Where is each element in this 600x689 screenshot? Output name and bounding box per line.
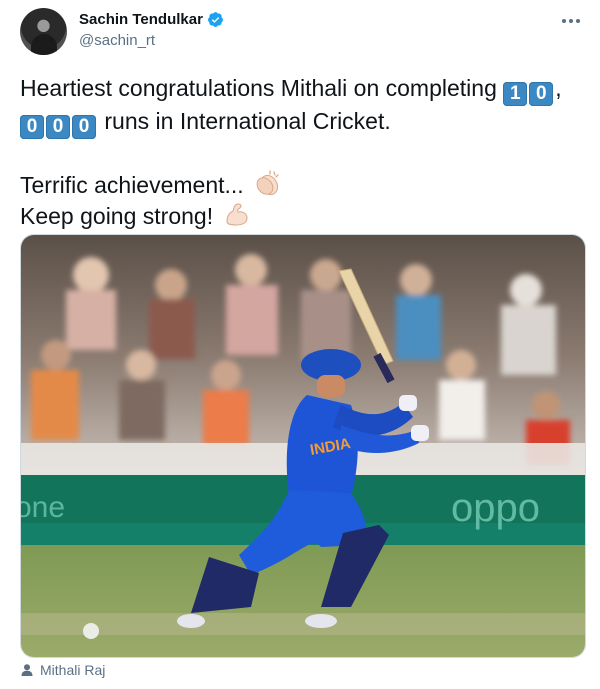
more-options-icon[interactable] (560, 11, 582, 31)
board-left-text: one (21, 491, 65, 524)
tweet-text: Heartiest congratulations Mithali on com… (20, 73, 590, 231)
tweet-line-4: Keep going strong! (20, 200, 590, 231)
tagged-person-name[interactable]: Mithali Raj (40, 662, 105, 678)
keycap-digit: 0 (20, 115, 44, 139)
cricket-photo: one oppo INDIA (21, 235, 585, 657)
keycap-digit: 1 (503, 82, 528, 106)
flexed-biceps-icon (226, 203, 248, 226)
author-display-name[interactable]: Sachin Tendulkar (79, 11, 203, 28)
clapping-hands-icon (256, 170, 279, 196)
tweet-line-1-text: Heartiest congratulations Mithali on com… (20, 75, 504, 101)
keycap-digit: 0 (529, 82, 554, 106)
person-icon (21, 664, 33, 676)
tweet-line-1: Heartiest congratulations Mithali on com… (20, 73, 590, 106)
author-handle[interactable]: @sachin_rt (79, 32, 155, 49)
board-brand-text: oppo (451, 486, 540, 530)
tweet-line-3: Terrific achievement... (20, 169, 590, 200)
photo-tag[interactable]: Mithali Raj (20, 662, 105, 678)
keycap-digit: 0 (72, 115, 96, 139)
tweet-line-2-text: runs in International Cricket. (98, 108, 391, 134)
keycap-digit: 0 (46, 115, 70, 139)
tweet-line-1-suffix: , (555, 75, 562, 101)
tweet-line-3-text: Terrific achievement... (20, 172, 244, 198)
tweet-photo[interactable]: one oppo INDIA (20, 234, 586, 658)
author-avatar[interactable] (20, 8, 67, 55)
author-name-row[interactable]: Sachin Tendulkar (79, 11, 224, 28)
tweet-line-4-text: Keep going strong! (20, 203, 214, 229)
tweet-line-2: 000 runs in International Cricket. (20, 106, 590, 139)
verified-badge-icon (207, 12, 223, 27)
